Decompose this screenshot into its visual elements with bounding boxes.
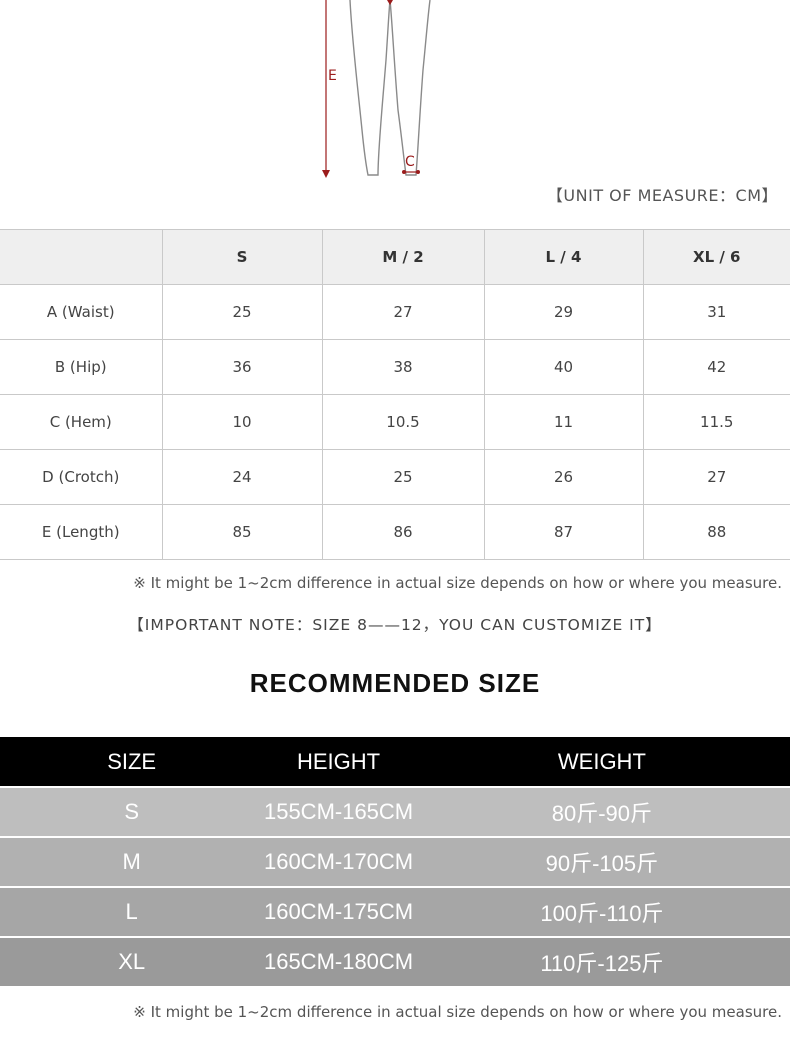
row-label: D (Crotch) [0, 449, 163, 505]
bottom-difference-note: ※ It might be 1~2cm difference in actual… [133, 1003, 782, 1021]
recommended-size-title: RECOMMENDED SIZE [249, 668, 541, 698]
size-cell: XL [118, 949, 146, 974]
size-chart-header-row: S M / 2 L / 4 XL / 6 [0, 229, 790, 285]
header-m: M / 2 [321, 229, 485, 285]
left-leg-outline [349, 0, 391, 176]
row-label: E (Length) [0, 504, 163, 560]
cell: 88 [642, 504, 790, 560]
header-l: L / 4 [483, 229, 644, 285]
table-row: A (Waist) 25 27 29 31 [0, 284, 790, 340]
height-cell: 160CM-175CM [263, 899, 414, 924]
cell: 11 [483, 394, 644, 450]
table-row: XL 165CM-180CM 110斤-125斤 [0, 938, 790, 986]
weight-cell: 90斤-105斤 [545, 851, 659, 876]
size-cell: M [122, 849, 141, 874]
table-row: E (Length) 85 86 87 88 [0, 504, 790, 560]
header-blank [0, 229, 163, 285]
table-row: S 155CM-165CM 80斤-90斤 [0, 788, 790, 836]
height-cell: 160CM-170CM [263, 849, 414, 874]
size-cell: L [125, 899, 138, 924]
unit-of-measure: 【UNIT OF MEASURE：CM】 [546, 186, 778, 205]
table-row: M 160CM-170CM 90斤-105斤 [0, 838, 790, 886]
length-arrow [322, 0, 330, 178]
label-c: C [405, 154, 415, 170]
size-cell: S [124, 799, 139, 824]
table-row: C (Hem) 10 10.5 11 11.5 [0, 394, 790, 450]
hem-arrow [402, 170, 420, 174]
pants-diagram: E C [322, 0, 431, 178]
cell: 10.5 [321, 394, 485, 450]
cell: 87 [483, 504, 644, 560]
cell: 38 [321, 339, 485, 395]
height-cell: 155CM-165CM [263, 799, 414, 824]
header-weight: WEIGHT [557, 748, 646, 774]
cell: 25 [321, 449, 485, 505]
cell: 25 [161, 284, 323, 340]
row-label: B (Hip) [0, 339, 163, 395]
cell: 31 [642, 284, 790, 340]
recommended-size-table: SIZE HEIGHT WEIGHT S 155CM-165CM 80斤-90斤… [0, 737, 790, 986]
label-e: E [328, 68, 337, 84]
cell: 24 [161, 449, 323, 505]
cell: 10 [161, 394, 323, 450]
cell: 85 [161, 504, 323, 560]
recommended-header-row: SIZE HEIGHT WEIGHT [0, 737, 790, 786]
cell: 27 [642, 449, 790, 505]
weight-cell: 80斤-90斤 [551, 801, 653, 826]
cell: 36 [161, 339, 323, 395]
row-label: C (Hem) [0, 394, 163, 450]
cell: 11.5 [642, 394, 790, 450]
row-label: A (Waist) [0, 284, 163, 340]
weight-cell: 110斤-125斤 [540, 951, 664, 976]
crotch-marker [387, 0, 393, 5]
cell: 40 [483, 339, 644, 395]
height-cell: 165CM-180CM [263, 949, 414, 974]
cell: 26 [483, 449, 644, 505]
size-chart-table: S M / 2 L / 4 XL / 6 A (Waist) 25 27 29 … [0, 229, 790, 560]
weight-cell: 100斤-110斤 [540, 901, 664, 926]
measurement-difference-note: ※ It might be 1~2cm difference in actual… [133, 574, 782, 592]
header-xl: XL / 6 [642, 229, 790, 285]
header-height: HEIGHT [297, 748, 381, 774]
cell: 86 [321, 504, 485, 560]
table-row: D (Crotch) 24 25 26 27 [0, 449, 790, 505]
table-row: B (Hip) 36 38 40 42 [0, 339, 790, 395]
cell: 29 [483, 284, 644, 340]
right-leg-outline [389, 0, 431, 176]
header-s: S [161, 229, 323, 285]
table-row: L 160CM-175CM 100斤-110斤 [0, 888, 790, 936]
important-note: 【IMPORTANT NOTE：SIZE 8——12，YOU CAN CUSTO… [128, 616, 662, 634]
cell: 27 [321, 284, 485, 340]
cell: 42 [642, 339, 790, 395]
header-size: SIZE [107, 748, 157, 774]
